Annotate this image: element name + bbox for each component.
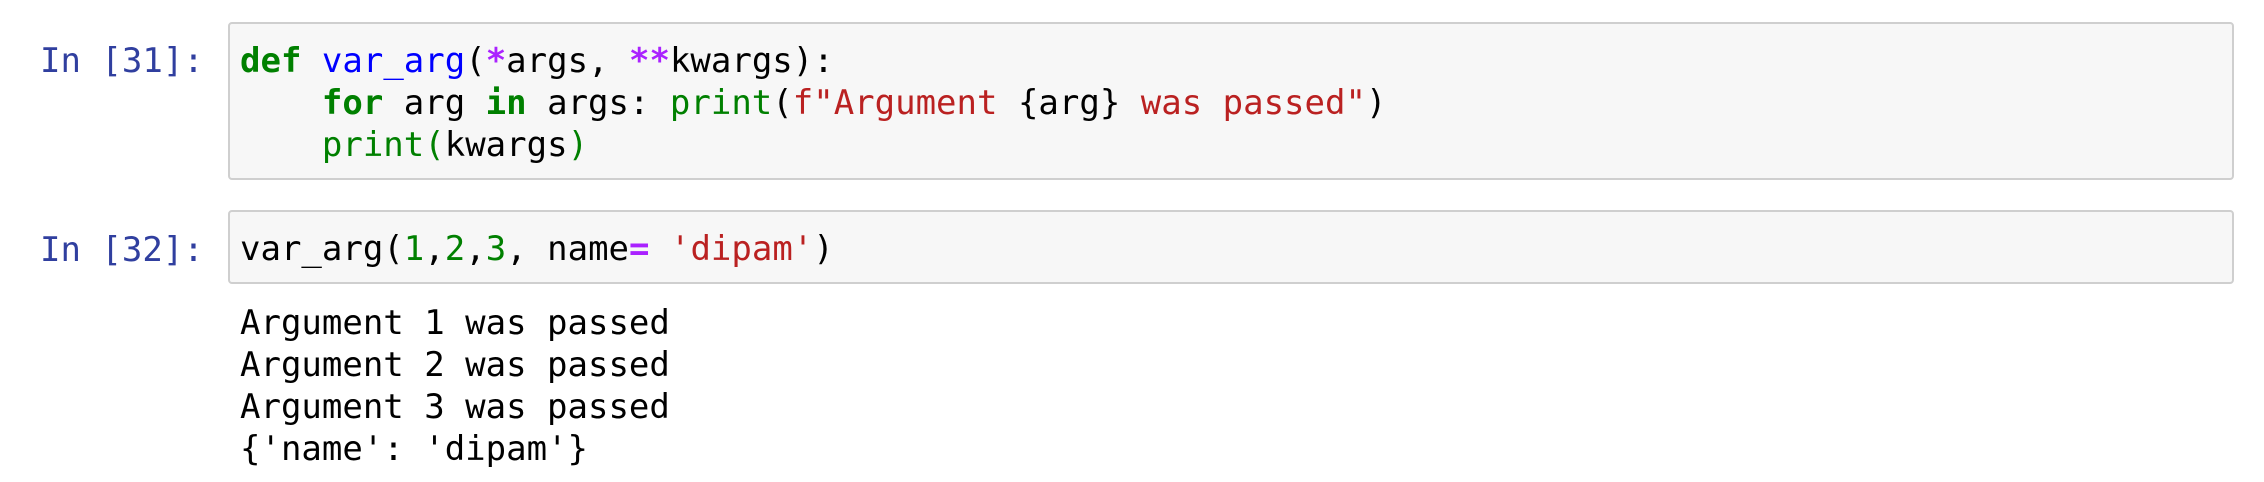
- code-text: , name: [506, 229, 630, 269]
- code-input-area[interactable]: def var_arg(*args, **kwargs): for arg in…: [228, 22, 2234, 180]
- code-line: var_arg(1,2,3, name= 'dipam'): [240, 228, 834, 270]
- keyword-for: for: [321, 83, 384, 123]
- code-editor[interactable]: def var_arg(*args, **kwargs): for arg in…: [240, 40, 1386, 166]
- code-text: args,: [506, 41, 629, 81]
- code-text: ): [813, 229, 834, 269]
- code-text: ): [1365, 83, 1387, 123]
- code-text: args:: [526, 83, 670, 123]
- code-line: print(kwargs): [240, 124, 1386, 166]
- output-line: Argument 2 was passed: [240, 345, 670, 385]
- code-text: kwargs):: [669, 41, 834, 81]
- code-text: (: [465, 41, 486, 81]
- code-text: ,: [465, 229, 486, 269]
- cell-output: Argument 1 was passed Argument 2 was pass…: [240, 302, 670, 470]
- code-line: for arg in args: print(f"Argument {arg} …: [240, 82, 1387, 124]
- operator: =: [629, 229, 650, 269]
- code-editor[interactable]: var_arg(1,2,3, name= 'dipam'): [240, 228, 834, 270]
- operator: **: [629, 41, 670, 81]
- code-text: arg: [383, 83, 486, 123]
- code-text: kwargs: [444, 125, 568, 165]
- number-literal: 3: [485, 229, 507, 269]
- builtin-print: print: [321, 125, 425, 165]
- input-prompt: In [31]:: [40, 41, 204, 81]
- code-text: ,: [424, 229, 445, 269]
- operator: *: [485, 41, 507, 81]
- number-literal: 1: [403, 229, 425, 269]
- input-prompt: In [32]:: [40, 230, 204, 270]
- code-text: (: [772, 83, 793, 123]
- paren: (: [424, 125, 445, 165]
- function-name: var_arg: [321, 41, 466, 81]
- output-line: Argument 1 was passed: [240, 303, 670, 343]
- notebook: In [31]: def var_arg(*args, **kwargs): f…: [0, 0, 2264, 482]
- builtin-print: print: [669, 83, 773, 123]
- string-literal: 'dipam': [669, 229, 814, 269]
- keyword-in: in: [485, 83, 527, 123]
- string-literal: was passed": [1120, 83, 1366, 123]
- output-line: Argument 3 was passed: [240, 387, 670, 427]
- keyword-def: def: [240, 41, 302, 81]
- code-text: var_arg(: [240, 229, 404, 269]
- paren: ): [567, 125, 589, 165]
- string-literal: f"Argument: [792, 83, 1018, 123]
- code-input-area[interactable]: var_arg(1,2,3, name= 'dipam'): [228, 210, 2234, 284]
- number-literal: 2: [444, 229, 466, 269]
- output-line: {'name': 'dipam'}: [240, 429, 588, 469]
- fstring-interpolation: {arg}: [1017, 83, 1121, 123]
- code-line: def var_arg(*args, **kwargs):: [240, 40, 1386, 82]
